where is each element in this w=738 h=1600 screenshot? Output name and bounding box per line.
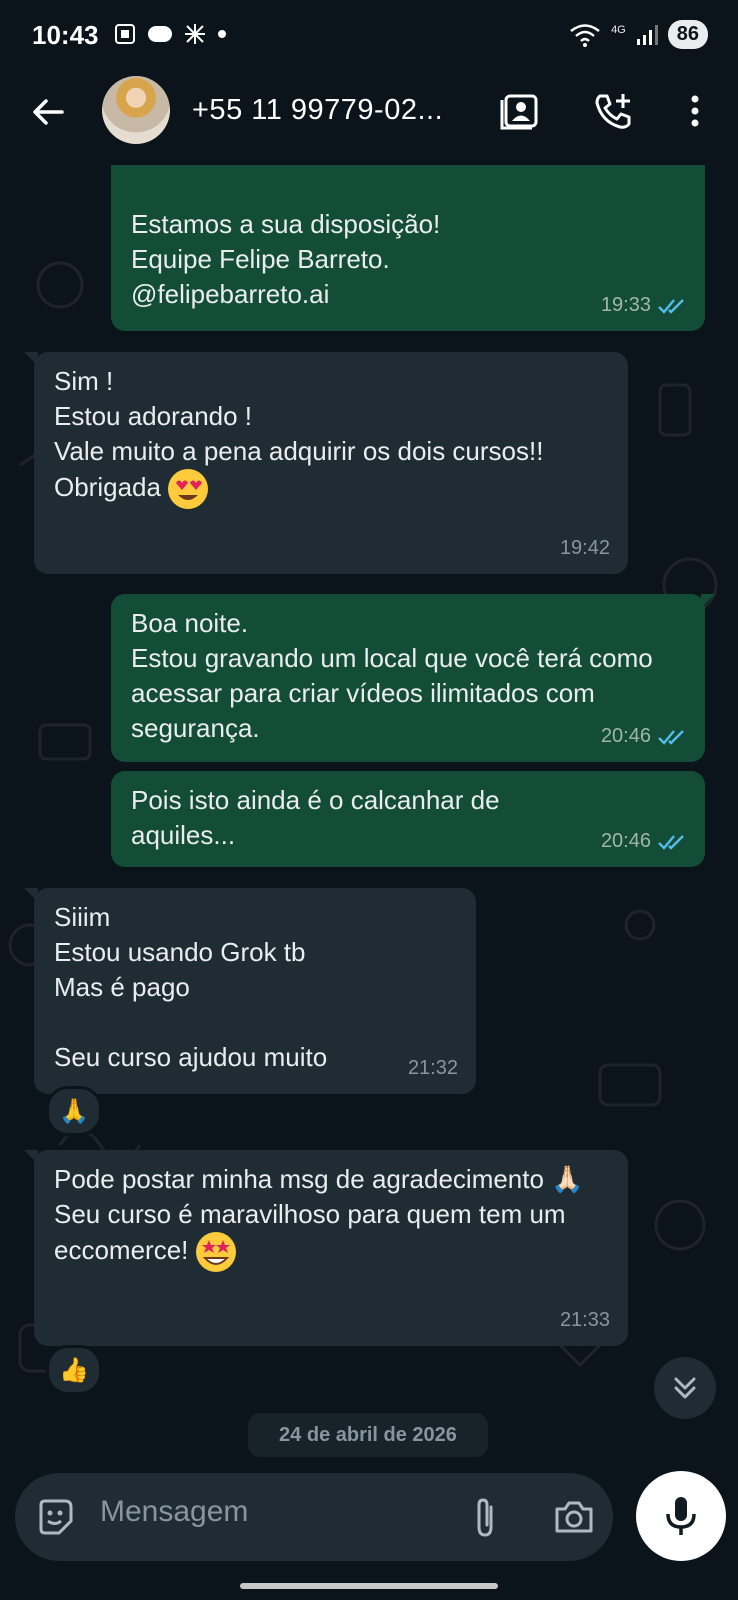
message-reaction[interactable]: 🙏: [46, 1086, 102, 1136]
message-text: Pode postar minha msg de agradecimento 🙏…: [54, 1162, 594, 1272]
date-separator: 24 de abril de 2026: [248, 1413, 488, 1457]
message-reaction[interactable]: 👍: [46, 1345, 102, 1395]
add-call-icon[interactable]: [592, 90, 634, 132]
wifi-icon: [570, 23, 600, 47]
message-text: Siiim Estou usando Grok tb Mas é pago Se…: [54, 902, 328, 1072]
message-meta: 19:42: [560, 531, 610, 566]
network-type: 4G: [611, 23, 626, 36]
message-meta: 19:33: [601, 288, 687, 323]
contact-name[interactable]: +55 11 99779-02...: [192, 94, 443, 127]
message-time: 19:42: [559, 537, 610, 559]
star-struck-emoji-icon: [195, 1232, 236, 1272]
message-time: 20:46: [600, 725, 651, 747]
battery-level: 86: [667, 20, 708, 49]
message-bubble-incoming[interactable]: Siiim Estou usando Grok tb Mas é pago Se…: [24, 888, 476, 1094]
dot-icon: [218, 30, 226, 38]
more-options-icon[interactable]: [674, 90, 716, 132]
clock: 10:43: [32, 20, 99, 50]
system-icons: 4G 86: [569, 20, 708, 49]
sticker-icon[interactable]: [35, 1497, 75, 1537]
scroll-to-bottom-button[interactable]: [654, 1357, 716, 1419]
chat-header: +55 11 99779-02...: [0, 70, 738, 165]
message-time: 20:46: [600, 830, 651, 852]
voice-message-button[interactable]: [636, 1471, 726, 1561]
message-bubble-outgoing[interactable]: Boa noite. Estou gravando um local que v…: [111, 594, 715, 762]
message-text: Pois isto ainda é o calcanhar de aquiles…: [131, 785, 507, 850]
double-chevron-down-icon: [674, 1377, 696, 1399]
bubble-tail: [24, 1150, 38, 1164]
contact-card-icon[interactable]: [500, 90, 542, 132]
read-ticks-icon: [658, 834, 684, 850]
message-bubble-outgoing[interactable]: Estamos a sua disposição! Equipe Felipe …: [111, 165, 705, 331]
bubble-tail: [701, 594, 715, 608]
signal-icon: [636, 24, 658, 45]
contact-avatar[interactable]: [102, 76, 170, 144]
message-bubble-incoming[interactable]: Pode postar minha msg de agradecimento 🙏…: [24, 1150, 628, 1346]
message-time: 21:32: [407, 1057, 458, 1079]
status-bar: 10:43 4G 86: [0, 0, 738, 70]
message-composer: Mensagem: [15, 1473, 613, 1561]
message-text: Sim ! Estou adorando ! Vale muito a pena…: [54, 364, 608, 509]
message-time: 21:33: [559, 1309, 610, 1331]
attach-icon[interactable]: [467, 1497, 503, 1539]
message-meta: 21:33: [560, 1303, 610, 1338]
heart-eyes-emoji-icon: [168, 469, 209, 509]
message-meta: 20:46: [601, 719, 687, 754]
message-meta: 21:32: [408, 1051, 458, 1086]
gesture-nav-bar[interactable]: [240, 1583, 498, 1589]
back-arrow-icon[interactable]: [28, 92, 68, 132]
app-notification-icon: [148, 26, 172, 42]
read-ticks-icon: [658, 298, 684, 314]
message-input[interactable]: Mensagem: [100, 1495, 248, 1529]
read-ticks-icon: [658, 729, 684, 745]
notification-icons: [113, 22, 227, 46]
message-time: 19:33: [600, 294, 651, 316]
message-bubble-outgoing[interactable]: Pois isto ainda é o calcanhar de aquiles…: [111, 771, 705, 867]
bubble-tail: [24, 352, 38, 366]
camera-icon[interactable]: [553, 1497, 595, 1537]
bug-icon: [185, 24, 205, 44]
screenshot-icon: [115, 24, 135, 44]
bubble-tail: [24, 888, 38, 902]
message-bubble-incoming[interactable]: Sim ! Estou adorando ! Vale muito a pena…: [24, 352, 628, 574]
message-meta: 20:46: [601, 824, 687, 859]
microphone-icon: [666, 1497, 696, 1535]
